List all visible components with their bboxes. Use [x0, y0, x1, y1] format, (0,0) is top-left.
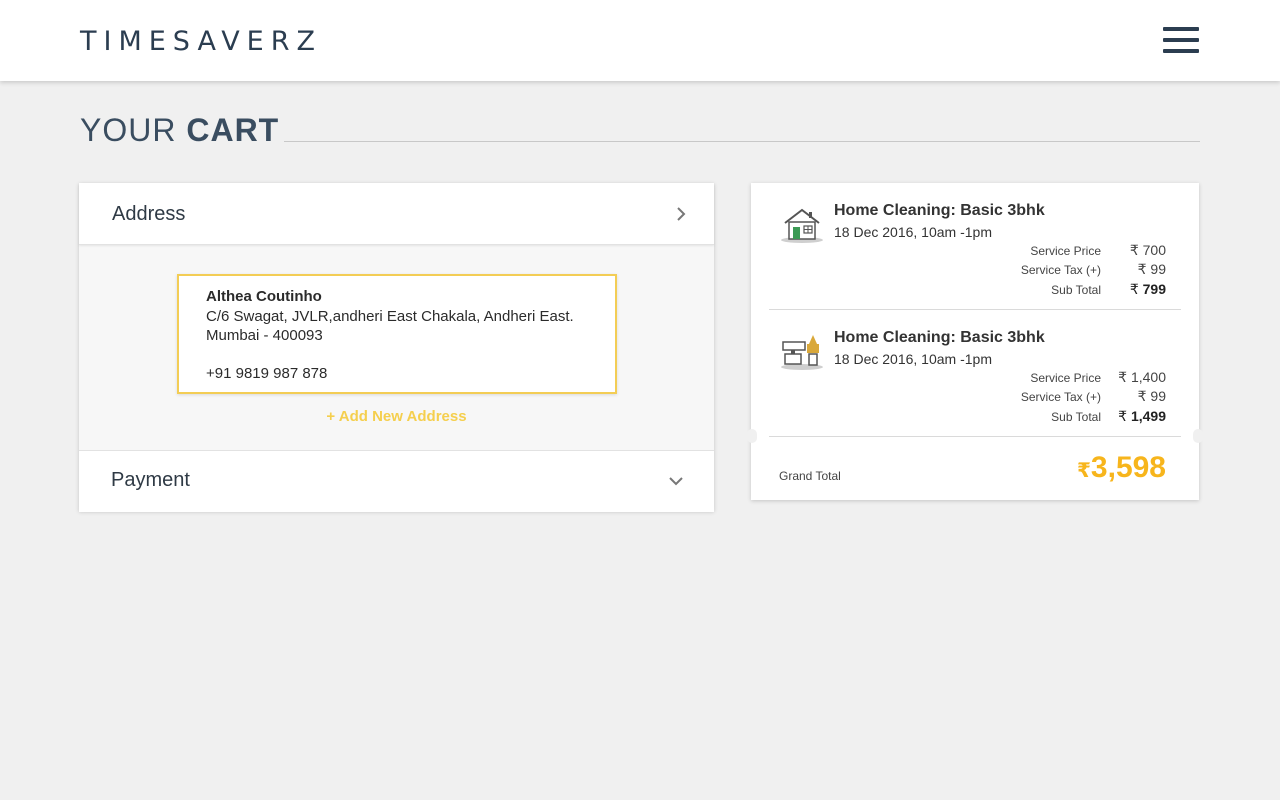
item-divider: [769, 436, 1181, 437]
brand-logo[interactable]: TIMESAVERZ: [80, 26, 322, 57]
service-tax-value: ₹ 99: [1137, 261, 1166, 277]
sub-total-label: Sub Total: [1051, 283, 1101, 297]
sub-total-label: Sub Total: [1051, 410, 1101, 424]
ticket-notch: [747, 429, 757, 443]
sub-total-amount: 799: [1142, 281, 1166, 297]
service-tax-value: ₹ 99: [1137, 388, 1166, 404]
item-title: Home Cleaning: Basic 3bhk: [834, 202, 1045, 219]
service-price-label: Service Price: [1030, 244, 1101, 258]
title-divider: [284, 141, 1200, 142]
currency-symbol: ₹: [1129, 281, 1139, 297]
address-section-header[interactable]: Address: [79, 183, 714, 245]
cart-item: Home Cleaning: Basic 3bhk 18 Dec 2016, 1…: [751, 310, 1199, 437]
address-name: Althea Coutinho: [206, 288, 322, 305]
service-price-value: ₹ 700: [1129, 242, 1166, 258]
page-title-light: YOUR: [80, 112, 177, 148]
ticket-notch: [1193, 429, 1203, 443]
cart-item: Home Cleaning: Basic 3bhk 18 Dec 2016, 1…: [751, 183, 1199, 310]
grand-total-label: Grand Total: [779, 469, 841, 483]
saved-address-card[interactable]: Althea Coutinho C/6 Swagat, JVLR,andheri…: [177, 274, 617, 394]
chevron-down-icon[interactable]: [669, 474, 683, 488]
hamburger-menu-icon[interactable]: [1163, 27, 1199, 54]
payment-section-header[interactable]: Payment: [79, 450, 714, 512]
sub-total-value: ₹ 1,499: [1118, 408, 1166, 425]
checkout-accordion: Address Althea Coutinho C/6 Swagat, JVLR…: [79, 183, 714, 512]
chevron-right-icon[interactable]: [674, 207, 688, 221]
menu-bar-line: [1163, 27, 1199, 31]
sub-total-value: ₹ 799: [1130, 281, 1166, 298]
menu-bar-line: [1163, 49, 1199, 53]
item-date: 18 Dec 2016, 10am -1pm: [834, 351, 992, 367]
item-title: Home Cleaning: Basic 3bhk: [834, 329, 1045, 346]
cart-summary: Home Cleaning: Basic 3bhk 18 Dec 2016, 1…: [747, 183, 1203, 500]
grand-total-amount: 3,598: [1090, 451, 1166, 484]
house-icon: [779, 205, 825, 245]
sub-total-amount: 1,499: [1130, 408, 1166, 424]
page-title: YOUR CART: [80, 112, 279, 149]
service-tax-label: Service Tax (+): [1020, 390, 1101, 404]
page-title-bold: CART: [186, 112, 280, 148]
payment-section-title: Payment: [111, 469, 190, 491]
currency-symbol: ₹: [1118, 408, 1128, 424]
service-price-label: Service Price: [1030, 371, 1101, 385]
grand-total-value: ₹3,598: [1077, 451, 1166, 485]
top-navigation-bar: TIMESAVERZ: [0, 0, 1280, 81]
address-line: C/6 Swagat, JVLR,andheri East Chakala, A…: [206, 308, 574, 344]
address-phone: +91 9819 987 878: [206, 365, 328, 382]
item-date: 18 Dec 2016, 10am -1pm: [834, 224, 992, 240]
currency-symbol: ₹: [1077, 460, 1091, 482]
address-section-title: Address: [112, 203, 186, 225]
add-new-address-link[interactable]: + Add New Address: [79, 408, 714, 425]
cleaning-tools-icon: [779, 332, 825, 372]
service-tax-label: Service Tax (+): [1020, 263, 1101, 277]
menu-bar-line: [1163, 38, 1199, 42]
service-price-value: ₹ 1,400: [1118, 369, 1166, 385]
